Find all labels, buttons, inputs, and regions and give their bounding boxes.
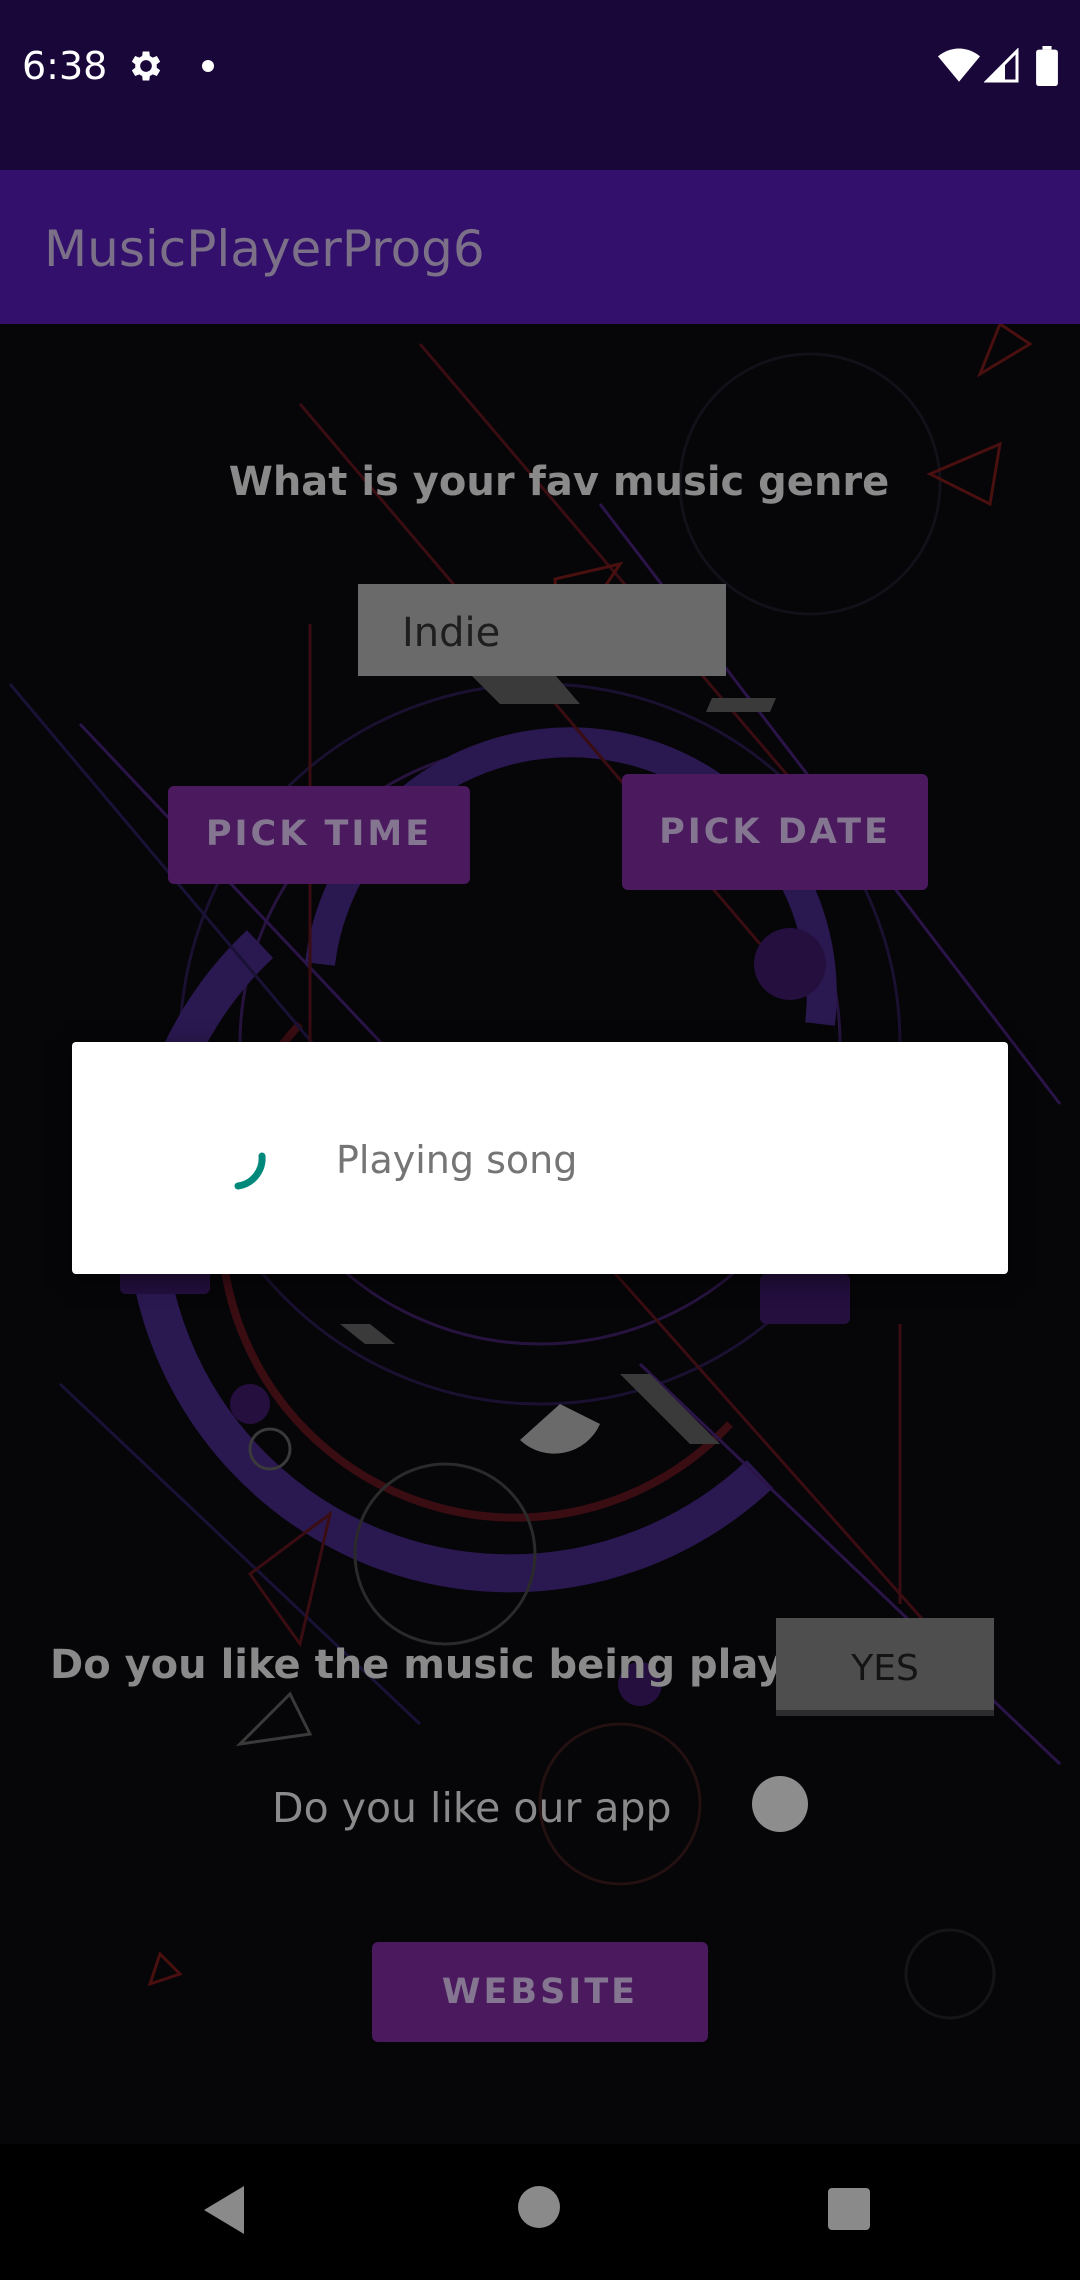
- pick-date-button[interactable]: PICK DATE: [622, 774, 928, 890]
- notification-dot-icon: [202, 60, 214, 72]
- like-music-toggle-button[interactable]: YES: [776, 1618, 994, 1716]
- dialog-message: Playing song: [336, 1138, 578, 1182]
- recents-icon[interactable]: [828, 2188, 870, 2230]
- wifi-icon: [938, 48, 980, 82]
- loading-spinner-icon: [234, 1152, 266, 1190]
- like-app-switch[interactable]: [752, 1776, 808, 1832]
- status-bar: 6:38: [0, 0, 1080, 170]
- website-button[interactable]: WEBSITE: [372, 1942, 708, 2042]
- pick-time-button[interactable]: PICK TIME: [168, 786, 470, 884]
- home-icon[interactable]: [518, 2186, 560, 2228]
- progress-dialog: Playing song: [72, 1042, 1008, 1274]
- battery-icon: [1036, 46, 1058, 86]
- signal-icon: [984, 48, 1019, 83]
- app-bar: MusicPlayerProg6: [0, 170, 1080, 324]
- status-time: 6:38: [22, 44, 108, 88]
- gear-icon: [131, 51, 161, 81]
- navigation-bar: [0, 2144, 1080, 2280]
- back-icon[interactable]: [200, 2184, 248, 2236]
- genre-question: What is your fav music genre: [228, 459, 890, 505]
- like-music-question: Do you like the music being played: [50, 1642, 839, 1688]
- genre-dropdown[interactable]: Indie: [358, 584, 726, 676]
- app-title: MusicPlayerProg6: [44, 220, 485, 278]
- like-app-question: Do you like our app: [272, 1784, 672, 1832]
